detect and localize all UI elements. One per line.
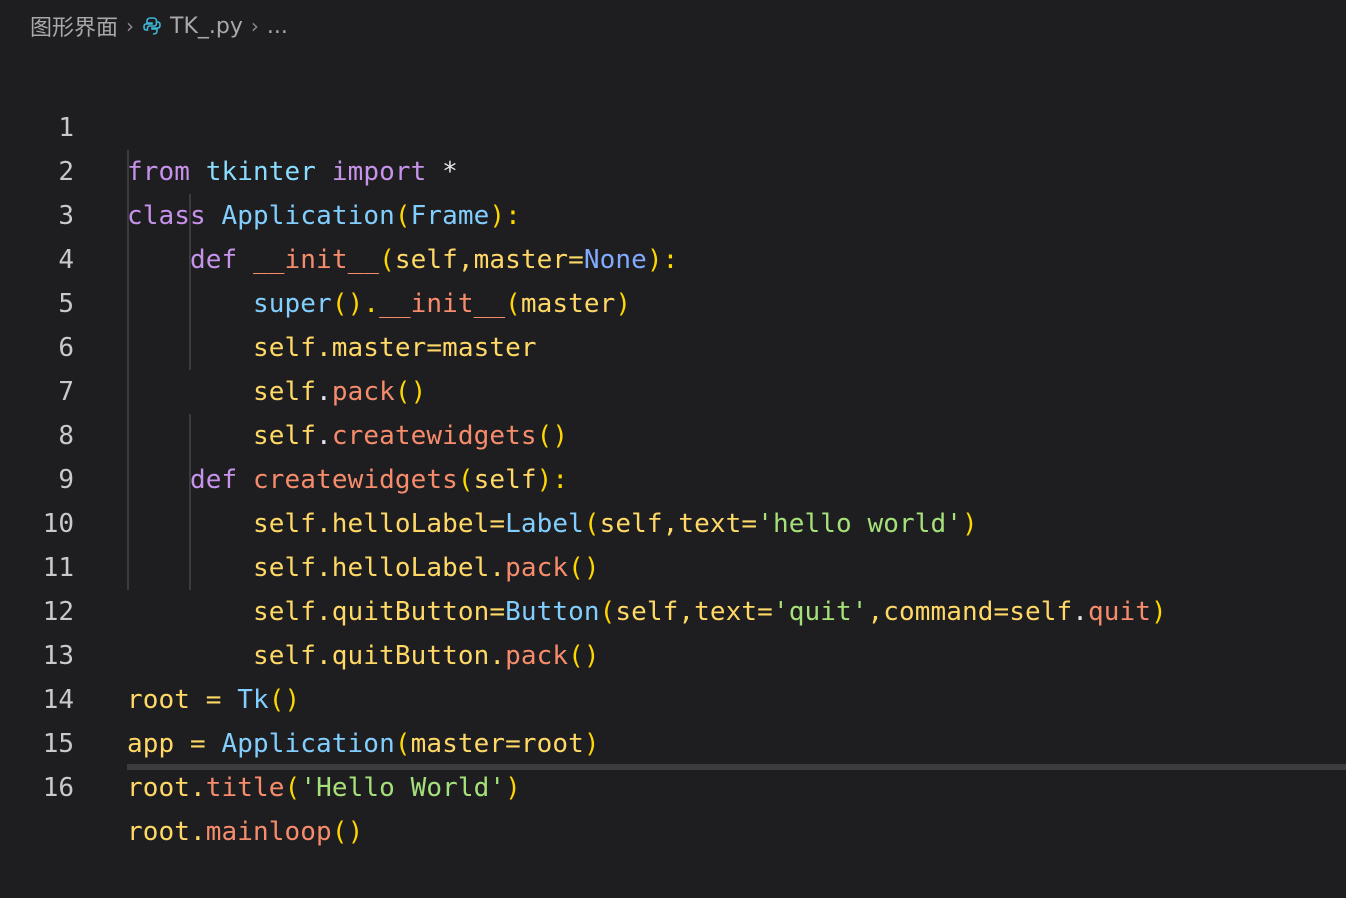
code-line: 8 def createwidgets(self): bbox=[0, 370, 1346, 495]
code-line: 15 root.title('Hello World') bbox=[0, 678, 1346, 803]
horizontal-scrollbar[interactable] bbox=[127, 764, 1346, 770]
code-line: 2 class Application(Frame): bbox=[0, 106, 1346, 231]
code-line: 4 super().__init__(master) bbox=[0, 194, 1346, 319]
code-line: 9 self.helloLabel=Label(self,text='hello… bbox=[0, 414, 1346, 539]
code-text: root.mainloop() bbox=[127, 817, 364, 847]
line-number: 16 bbox=[42, 773, 74, 803]
code-line: 11 self.quitButton=Button(self,text='qui… bbox=[0, 502, 1346, 627]
code-line: 1 from tkinter import * bbox=[0, 62, 1346, 187]
code-line: 7 self.createwidgets() bbox=[0, 326, 1346, 451]
chevron-right-icon: › bbox=[126, 14, 135, 38]
breadcrumb-folder[interactable]: 图形界面 bbox=[30, 10, 118, 42]
breadcrumb-file-label: TK_.py bbox=[170, 13, 243, 39]
breadcrumb-more[interactable]: ... bbox=[267, 14, 288, 39]
code-line: 14 app = Application(master=root) bbox=[0, 634, 1346, 759]
chevron-right-icon: › bbox=[250, 14, 259, 38]
code-line: 3 def __init__(self,master=None): bbox=[0, 150, 1346, 275]
code-line: 10 self.helloLabel.pack() bbox=[0, 458, 1346, 583]
code-line: 13 root = Tk() bbox=[0, 590, 1346, 715]
code-text: root.title('Hello World') bbox=[127, 773, 521, 803]
code-line: 5 self.master=master bbox=[0, 238, 1346, 363]
code-line: 6 self.pack() bbox=[0, 282, 1346, 407]
breadcrumb: 图形界面 › TK_.py › ... bbox=[30, 8, 288, 44]
code-line: 12 self.quitButton.pack() bbox=[0, 546, 1346, 671]
python-file-icon bbox=[143, 17, 161, 35]
code-line: 16 root.mainloop() bbox=[0, 722, 1346, 847]
breadcrumb-file[interactable]: TK_.py bbox=[142, 14, 243, 39]
code-editor[interactable]: 1 from tkinter import * 2 class Applicat… bbox=[0, 62, 1346, 847]
